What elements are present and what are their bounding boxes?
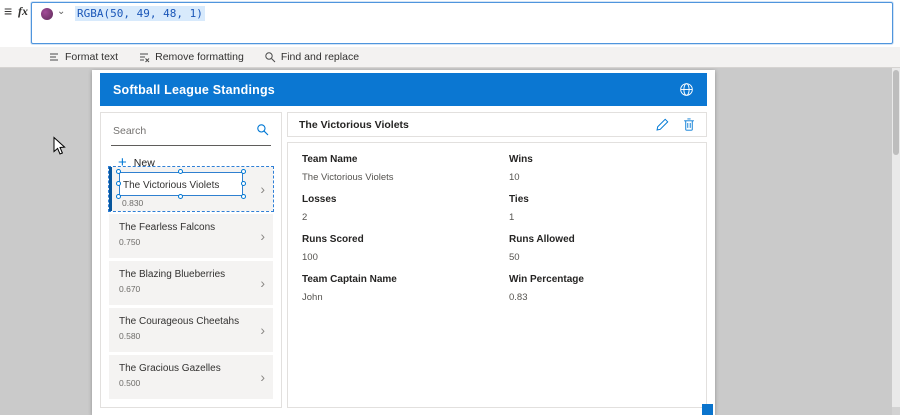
formula-text[interactable]: RGBA(50, 49, 48, 1): [75, 7, 205, 20]
team-win-pct: 0.670: [119, 284, 273, 294]
powerapps-studio-window: ≡ fx ⌄ RGBA(50, 49, 48, 1) Format text R…: [0, 0, 900, 415]
field-value: 100: [302, 252, 509, 263]
format-text-label: Format text: [65, 51, 118, 63]
screen-corner-handle[interactable]: [702, 404, 713, 415]
list-item[interactable]: The Fearless Falcons 0.750 ›: [109, 214, 273, 258]
chevron-right-icon[interactable]: ›: [260, 184, 265, 194]
delete-icon[interactable]: [683, 118, 695, 131]
form-field: Runs Allowed 50: [509, 234, 706, 274]
form-field: Wins 10: [509, 154, 706, 194]
resize-handle[interactable]: [178, 169, 183, 174]
search-icon: [264, 51, 276, 63]
resize-handle[interactable]: [241, 169, 246, 174]
form-field: Team Captain Name John: [302, 274, 509, 314]
team-name: The Courageous Cheetahs: [119, 316, 273, 327]
resize-handle[interactable]: [241, 194, 246, 199]
field-label: Team Name: [302, 154, 509, 165]
field-grid: Team Name The Victorious Violets Wins 10…: [302, 154, 706, 314]
form-field: Team Name The Victorious Violets: [302, 154, 509, 194]
formula-input[interactable]: ⌄ RGBA(50, 49, 48, 1): [31, 2, 893, 44]
team-win-pct: 0.750: [119, 237, 273, 247]
field-value: 2: [302, 212, 509, 223]
selected-label-box[interactable]: The Victorious Violets: [119, 172, 243, 196]
field-value: 50: [509, 252, 706, 263]
form-field: Losses 2: [302, 194, 509, 234]
field-value: John: [302, 292, 509, 303]
team-gallery: The Victorious Violets 0.830 ›: [109, 167, 273, 402]
team-name: The Victorious Violets: [123, 180, 219, 191]
color-swatch-icon: [41, 8, 53, 20]
field-label: Ties: [509, 194, 706, 205]
chevron-right-icon[interactable]: ›: [260, 325, 265, 335]
remove-formatting-button[interactable]: Remove formatting: [128, 47, 254, 67]
list-item[interactable]: The Blazing Blueberries 0.670 ›: [109, 261, 273, 305]
form-field: Runs Scored 100: [302, 234, 509, 274]
design-canvas: Softball League Standings + New: [0, 68, 900, 415]
list-item[interactable]: The Courageous Cheetahs 0.580 ›: [109, 308, 273, 352]
resize-handle[interactable]: [178, 194, 183, 199]
app-screen[interactable]: Softball League Standings + New: [92, 70, 715, 415]
team-win-pct: 0.500: [119, 378, 273, 388]
chevron-down-icon[interactable]: ⌄: [57, 6, 65, 17]
resize-handle[interactable]: [116, 181, 121, 186]
team-name: The Gracious Gazelles: [119, 363, 273, 374]
list-item[interactable]: The Gracious Gazelles 0.500 ›: [109, 355, 273, 399]
menu-icon[interactable]: ≡: [4, 2, 12, 20]
field-label: Losses: [302, 194, 509, 205]
detail-title: The Victorious Violets: [299, 119, 409, 131]
app-header[interactable]: Softball League Standings: [100, 73, 707, 106]
resize-handle[interactable]: [116, 194, 121, 199]
find-replace-button[interactable]: Find and replace: [254, 47, 369, 67]
chevron-right-icon[interactable]: ›: [260, 372, 265, 382]
field-label: Runs Scored: [302, 234, 509, 245]
field-label: Team Captain Name: [302, 274, 509, 285]
form-field: Ties 1: [509, 194, 706, 234]
resize-handle[interactable]: [241, 181, 246, 186]
find-replace-label: Find and replace: [281, 51, 359, 63]
scrollbar-corner: [892, 407, 900, 415]
app-title: Softball League Standings: [113, 83, 275, 97]
field-value: 10: [509, 172, 706, 183]
field-value: 0.83: [509, 292, 706, 303]
form-field: Win Percentage 0.83: [509, 274, 706, 314]
resize-handle[interactable]: [116, 169, 121, 174]
detail-header: The Victorious Violets: [287, 112, 707, 137]
team-name: The Blazing Blueberries: [119, 269, 273, 280]
globe-icon[interactable]: [679, 82, 694, 97]
search-icon[interactable]: [256, 123, 269, 141]
search-box: [111, 121, 271, 146]
chevron-right-icon[interactable]: ›: [260, 231, 265, 241]
field-label: Wins: [509, 154, 706, 165]
remove-formatting-label: Remove formatting: [155, 51, 244, 63]
team-win-pct: 0.830: [122, 198, 273, 208]
fx-logo: fx: [18, 4, 28, 19]
edit-icon[interactable]: [656, 118, 669, 131]
formula-toolbar: Format text Remove formatting Find and r…: [0, 47, 900, 68]
team-list-panel: + New The Victorious Violets: [100, 112, 282, 408]
detail-form: Team Name The Victorious Violets Wins 10…: [287, 142, 707, 408]
list-item[interactable]: The Victorious Violets 0.830 ›: [109, 167, 273, 211]
chevron-right-icon[interactable]: ›: [260, 278, 265, 288]
team-win-pct: 0.580: [119, 331, 273, 341]
team-name: The Fearless Falcons: [119, 222, 273, 233]
format-text-button[interactable]: Format text: [38, 47, 128, 67]
format-text-icon: [48, 51, 60, 63]
remove-formatting-icon: [138, 51, 150, 63]
field-value: 1: [509, 212, 706, 223]
detail-actions: [656, 118, 695, 131]
canvas-scrollbar[interactable]: [892, 68, 900, 415]
scrollbar-thumb[interactable]: [893, 70, 899, 155]
mouse-cursor: [52, 136, 66, 161]
field-value: The Victorious Violets: [302, 172, 509, 183]
field-label: Win Percentage: [509, 274, 706, 285]
field-label: Runs Allowed: [509, 234, 706, 245]
formula-bar: ≡ fx ⌄ RGBA(50, 49, 48, 1): [0, 0, 900, 47]
search-input[interactable]: [111, 123, 241, 137]
